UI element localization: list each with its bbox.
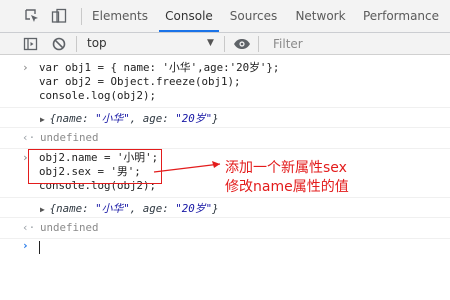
- tab-performance[interactable]: Performance: [361, 0, 441, 32]
- message-divider: [0, 197, 450, 198]
- code-line: var obj1 = { name: '小华',age:'20岁'};: [39, 61, 280, 74]
- inspect-element-icon[interactable]: [24, 8, 40, 24]
- return-arrow-icon: ‹·: [22, 131, 36, 144]
- obj-text: }: [212, 112, 219, 125]
- obj-text: {name:: [49, 202, 96, 215]
- toolbar-separator: [76, 36, 77, 52]
- tab-elements[interactable]: Elements: [87, 0, 153, 32]
- obj-text: }: [212, 202, 219, 215]
- return-value: undefined: [40, 131, 99, 144]
- filter-input[interactable]: [265, 35, 450, 52]
- message-divider: [0, 127, 450, 128]
- annotation-text-modify-name: 修改name属性的值: [225, 179, 349, 195]
- expand-triangle-icon[interactable]: ▶: [40, 115, 50, 124]
- object-output[interactable]: ▶ {name: "小华", age: "20岁"}: [40, 200, 219, 216]
- obj-age-value: "20岁": [175, 112, 213, 125]
- execution-context-select[interactable]: top ▼: [80, 35, 220, 52]
- tab-sources[interactable]: Sources: [226, 0, 281, 32]
- clear-console-icon[interactable]: [51, 36, 67, 56]
- obj-name-value: "小华": [95, 112, 130, 125]
- obj-age-value: "20岁": [175, 202, 213, 215]
- annotation-arrow-icon: [153, 161, 221, 173]
- execution-context-value: top: [87, 36, 107, 50]
- toolbar-separator: [258, 36, 259, 52]
- console-input-block: var obj1 = { name: '小华',age:'20岁'}; var o…: [39, 61, 279, 103]
- expand-triangle-icon[interactable]: ▶: [40, 205, 50, 214]
- object-output[interactable]: ▶ {name: "小华", age: "20岁"}: [40, 110, 219, 126]
- message-divider: [0, 238, 450, 239]
- return-value: undefined: [40, 221, 99, 234]
- annotation-box: [28, 149, 162, 184]
- chevron-down-icon: ▼: [207, 38, 214, 48]
- tab-bar-separator: [81, 8, 82, 25]
- code-line: console.log(obj2);: [39, 89, 157, 102]
- active-prompt-icon: ›: [22, 239, 29, 252]
- obj-text: , age:: [129, 112, 176, 125]
- toolbar-separator: [224, 36, 225, 52]
- code-line: var obj2 = Object.freeze(obj1);: [39, 75, 241, 88]
- obj-text: , age:: [129, 202, 176, 215]
- message-divider: [0, 217, 450, 218]
- return-arrow-icon: ‹·: [22, 221, 36, 234]
- device-toolbar-icon[interactable]: [51, 8, 67, 24]
- tab-console[interactable]: Console: [159, 0, 219, 32]
- annotation-text-add-sex: 添加一个新属性sex: [225, 160, 347, 176]
- input-caret[interactable]: [39, 241, 40, 254]
- message-divider: [0, 107, 450, 108]
- tab-network[interactable]: Network: [292, 0, 349, 32]
- obj-text: {name:: [49, 112, 96, 125]
- console-toolbar: top ▼: [0, 33, 450, 55]
- devtools-tab-bar: Elements Console Sources Network Perform…: [0, 0, 450, 33]
- obj-name-value: "小华": [95, 202, 130, 215]
- sidebar-toggle-icon[interactable]: [23, 36, 39, 56]
- input-prompt-icon: ›: [22, 61, 29, 74]
- eye-icon[interactable]: [233, 36, 251, 56]
